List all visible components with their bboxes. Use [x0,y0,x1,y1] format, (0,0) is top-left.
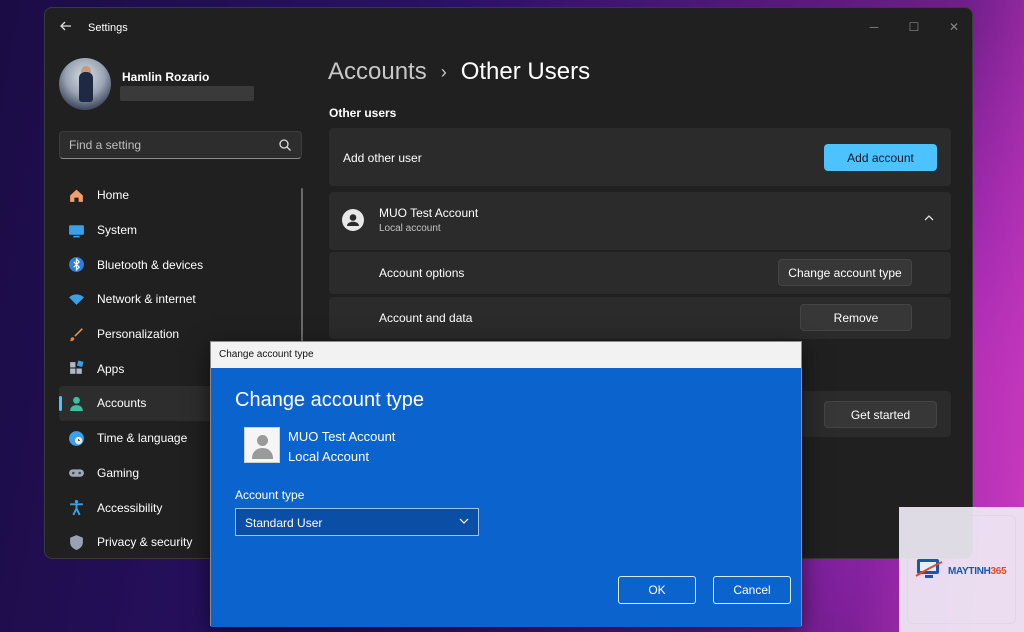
search-input[interactable] [60,132,270,158]
sidebar-item-label: Home [97,188,130,203]
chevron-up-icon[interactable] [923,212,937,226]
brush-icon [67,325,85,343]
back-arrow-icon[interactable] [57,19,75,37]
account-type-label: Account type [235,488,305,502]
chevron-right-icon: › [440,61,447,82]
account-type-value: Standard User [245,516,323,530]
sidebar-item-label: Personalization [97,327,180,342]
change-account-type-button[interactable]: Change account type [778,259,912,286]
get-started-button[interactable]: Get started [824,401,937,428]
user-avatar-icon [342,209,364,231]
home-icon [67,186,85,204]
bluetooth-icon [67,256,85,274]
search-icon[interactable] [278,138,292,152]
apps-icon [67,360,85,378]
add-user-card: Add other user Add account [329,128,951,186]
dialog-title-bar[interactable]: Change account type [211,342,801,368]
add-account-button[interactable]: Add account [824,144,937,171]
sidebar-item-label: Privacy & security [97,535,193,550]
clock-globe-icon [67,429,85,447]
sidebar-item-label: Gaming [97,465,140,480]
system-icon [67,221,85,239]
sidebar-item-network[interactable]: Network & internet [59,282,299,317]
profile-name: Hamlin Rozario [122,70,210,84]
account-data-row: Account and data Remove [329,297,951,339]
maximize-button[interactable]: ☐ [903,16,925,38]
sidebar-item-home[interactable]: Home [59,178,299,213]
title-bar: Settings ─ ☐ ✕ [45,8,972,48]
account-type-select[interactable]: Standard User [235,508,479,536]
account-options-row: Account options Change account type [329,252,951,294]
sidebar-item-label: Accessibility [97,500,163,515]
dialog-account-type: Local Account [288,449,369,464]
accessibility-icon [67,499,85,517]
ok-button[interactable]: OK [618,576,696,604]
sidebar-item-label: Bluetooth & devices [97,257,204,272]
cancel-button[interactable]: Cancel [713,576,791,604]
close-button[interactable]: ✕ [943,16,965,38]
sidebar-item-label: Network & internet [97,292,196,307]
search-box[interactable] [59,131,302,159]
user-type: Local account [379,223,441,234]
active-indicator [59,396,62,412]
dialog-window-title: Change account type [219,349,314,360]
profile-email-redacted [120,86,254,101]
accounts-icon [67,394,85,412]
page-title: Other Users [460,58,591,85]
watermark-logo: MAYTINH365 [899,507,1024,632]
sidebar-item-label: Apps [97,361,125,376]
minimize-button[interactable]: ─ [863,16,885,38]
account-data-label: Account and data [379,311,473,325]
add-user-label: Add other user [343,151,422,165]
user-avatar-icon [244,427,280,463]
breadcrumb: Accounts › Other Users [328,58,590,86]
user-card[interactable]: MUO Test Account Local account [329,192,951,250]
sidebar-item-label: Time & language [97,431,188,446]
sidebar-item-system[interactable]: System [59,213,299,248]
account-options-label: Account options [379,266,465,280]
change-account-type-dialog: Change account type Change account type … [210,341,802,627]
user-name: MUO Test Account [379,206,479,220]
gamepad-icon [67,464,85,482]
section-heading: Other users [329,106,397,120]
wifi-icon [67,290,85,308]
remove-button[interactable]: Remove [800,304,912,331]
chevron-down-icon [459,518,469,524]
avatar[interactable] [59,58,111,110]
brand-logo-icon [915,559,943,578]
sidebar-scrollbar[interactable] [301,188,303,348]
dialog-account-name: MUO Test Account [288,429,396,444]
shield-icon [67,533,85,551]
app-title: Settings [88,22,128,34]
dialog-body: Change account type MUO Test Account Loc… [211,368,801,627]
sidebar-item-label: Accounts [97,396,147,411]
dialog-heading: Change account type [235,389,425,411]
sidebar-item-label: System [97,223,138,238]
breadcrumb-parent[interactable]: Accounts [328,58,427,86]
sidebar-item-bluetooth[interactable]: Bluetooth & devices [59,247,299,282]
watermark-brand: MAYTINH365 [948,566,1007,577]
